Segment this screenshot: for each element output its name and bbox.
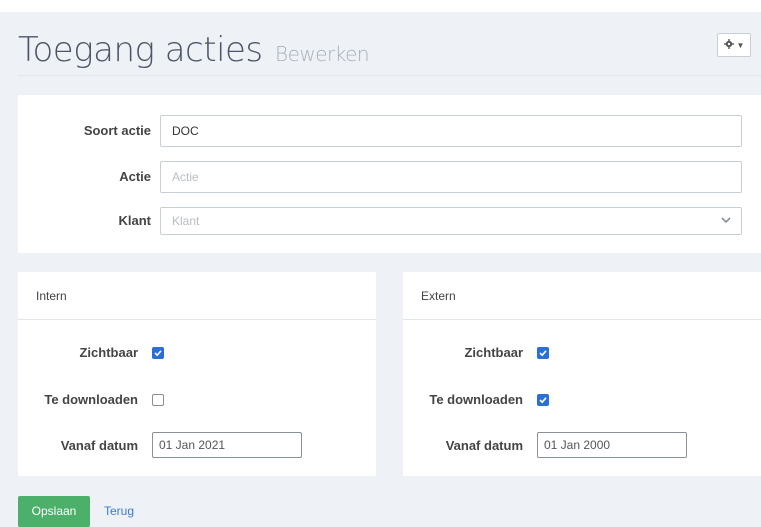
extern-heading: Extern (403, 272, 761, 320)
settings-dropdown-button[interactable]: ▼ (717, 33, 751, 57)
soort-actie-label: Soort actie (83, 123, 151, 138)
extern-te-downloaden-label: Te downloaden (429, 392, 523, 407)
intern-zichtbaar-checkbox[interactable] (152, 347, 164, 359)
intern-vanaf-datum-input[interactable]: 01 Jan 2021 (152, 432, 302, 458)
extern-zichtbaar-checkbox[interactable] (537, 347, 549, 359)
intern-zichtbaar-row: Zichtbaar (18, 339, 376, 367)
page-title: Toegang acties Bewerken (18, 30, 370, 70)
extern-panel: Extern Zichtbaar Te downloaden Vanaf dat… (403, 272, 761, 476)
form-row-klant: Klant Klant (18, 207, 761, 239)
check-icon (539, 350, 547, 357)
extern-vanaf-datum-input[interactable]: 01 Jan 2000 (537, 432, 687, 458)
extern-te-downloaden-row: Te downloaden (403, 386, 761, 414)
caret-down-icon: ▼ (736, 40, 745, 50)
check-icon (539, 397, 547, 404)
klant-select[interactable]: Klant (160, 207, 742, 235)
intern-zichtbaar-label: Zichtbaar (79, 345, 138, 360)
klant-label: Klant (118, 213, 152, 228)
intern-panel: Intern Zichtbaar Te downloaden Vanaf dat… (18, 272, 376, 476)
chevron-down-icon (721, 217, 731, 224)
top-strip (0, 0, 761, 12)
klant-select-placeholder: Klant (172, 214, 200, 228)
header-divider (18, 75, 761, 76)
back-link[interactable]: Terug (104, 496, 134, 527)
intern-te-downloaden-checkbox[interactable] (152, 394, 164, 406)
soort-actie-input[interactable]: DOC (160, 115, 742, 147)
page-title-text: Toegang acties (18, 30, 263, 70)
actie-input[interactable]: Actie (160, 161, 742, 193)
extern-zichtbaar-label: Zichtbaar (464, 345, 523, 360)
page-header: Toegang acties Bewerken ▼ (0, 12, 761, 74)
form-row-soort-actie: Soort actie DOC (18, 115, 761, 147)
save-button[interactable]: Opslaan (18, 496, 90, 527)
check-icon (154, 350, 162, 357)
extern-vanaf-datum-row: Vanaf datum 01 Jan 2000 (403, 432, 761, 460)
intern-te-downloaden-row: Te downloaden (18, 386, 376, 414)
extern-te-downloaden-checkbox[interactable] (537, 394, 549, 406)
page-subtitle: Bewerken (274, 42, 370, 66)
extern-zichtbaar-row: Zichtbaar (403, 339, 761, 367)
gear-icon (723, 38, 734, 52)
form-row-actie: Actie Actie (18, 161, 761, 193)
main-form-panel: Soort actie DOC Actie Actie Klant Klant (18, 95, 761, 253)
actie-label: Actie (119, 169, 151, 184)
intern-te-downloaden-label: Te downloaden (44, 392, 138, 407)
extern-vanaf-datum-label: Vanaf datum (445, 438, 523, 453)
intern-vanaf-datum-label: Vanaf datum (60, 438, 138, 453)
intern-heading: Intern (18, 272, 376, 320)
intern-vanaf-datum-row: Vanaf datum 01 Jan 2021 (18, 432, 376, 460)
